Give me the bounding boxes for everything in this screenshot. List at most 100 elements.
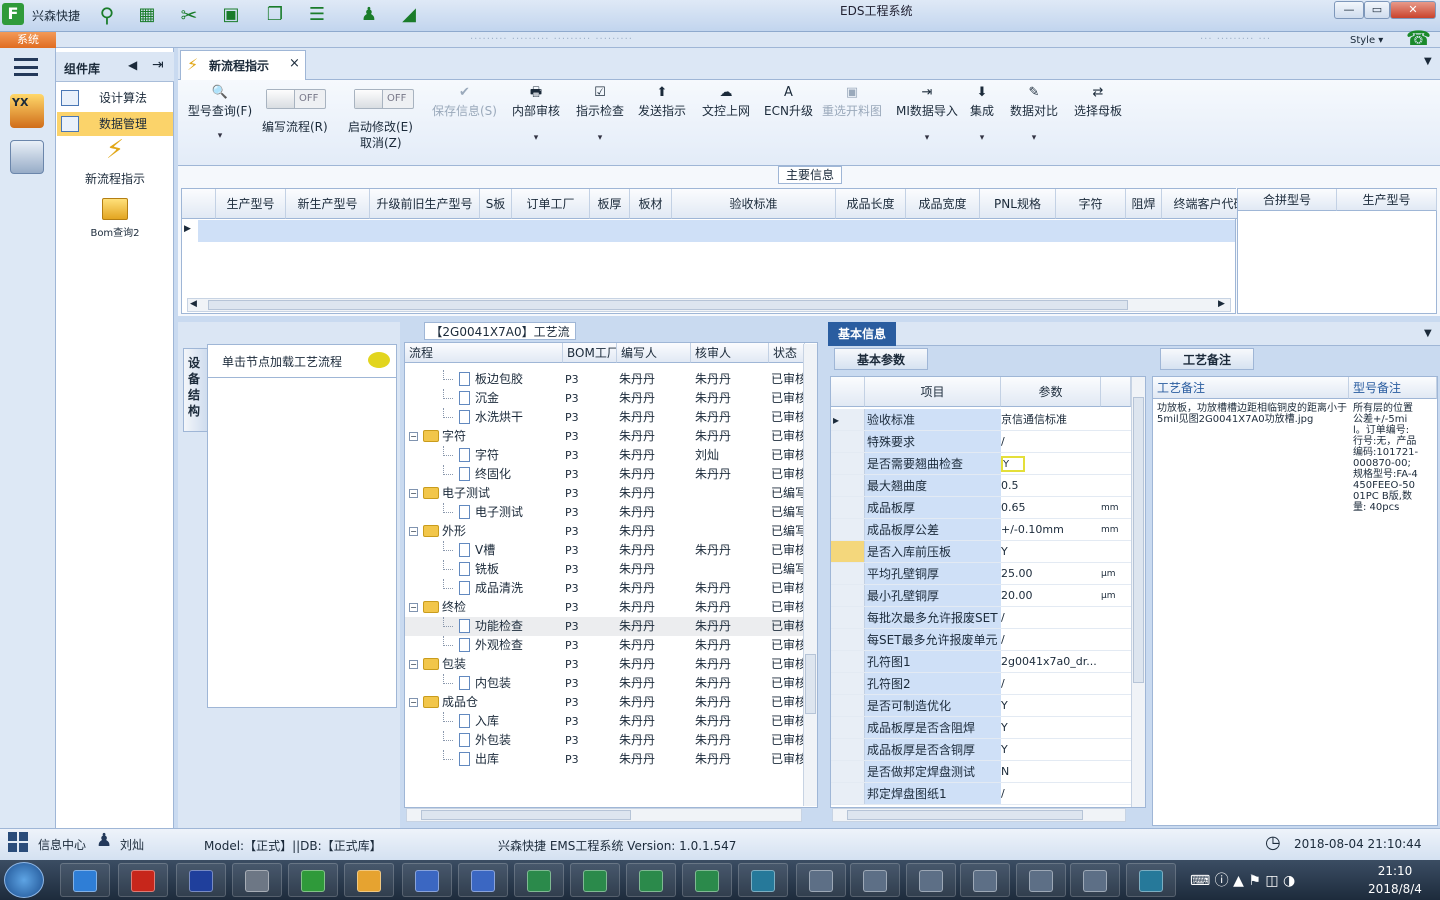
collapse-toggle-icon[interactable]: − <box>409 603 418 612</box>
grid-col-header[interactable]: 字符 <box>1056 189 1126 219</box>
excel-window-icon[interactable] <box>796 863 846 897</box>
process-row[interactable]: 板边包胶 P3 朱丹丹 朱丹丹 已审核 <box>405 370 805 389</box>
write-process-toggle[interactable]: OFF <box>266 89 326 109</box>
calendar-tool-icon[interactable] <box>10 140 44 174</box>
grid-col-header[interactable]: 生产型号 <box>216 189 286 219</box>
ribbon-dropdown-icon[interactable]: ▾ <box>970 133 994 143</box>
param-row[interactable]: 成品板厚公差 +/-0.10mm mm <box>831 519 1131 541</box>
param-row[interactable]: 是否做邦定焊盘测试 N <box>831 761 1131 783</box>
excel-window-icon[interactable] <box>960 863 1010 897</box>
process-row[interactable]: 入库 P3 朱丹丹 朱丹丹 已审核 <box>405 712 805 731</box>
user-icon[interactable]: ♟ <box>356 3 382 27</box>
param-value[interactable]: Y <box>1001 456 1025 472</box>
tab-process-notes[interactable]: 工艺备注 <box>1160 348 1254 370</box>
process-row[interactable]: − 包装 P3 朱丹丹 朱丹丹 已审核 <box>405 655 805 674</box>
param-value[interactable]: 25.00 <box>1001 563 1101 585</box>
eye-app-icon[interactable] <box>1126 863 1176 897</box>
collapse-toggle-icon[interactable]: − <box>409 489 418 498</box>
model-query-button[interactable]: 🔍 型号查询(F) ▾ <box>184 84 256 141</box>
copy-icon[interactable]: ❐ <box>262 3 288 27</box>
process-col-header[interactable]: 编写人 <box>617 343 691 363</box>
scroll-thumb[interactable] <box>847 810 1083 820</box>
param-value[interactable]: Y <box>1001 717 1101 739</box>
param-row[interactable]: 是否入库前压板 Y <box>831 541 1131 563</box>
ribbon-button[interactable]: ☑ 指示检查 ▾ <box>576 84 624 143</box>
hamburger-menu-icon[interactable] <box>14 58 38 76</box>
grid-col-header[interactable]: 板厚 <box>590 189 630 219</box>
grid-col-header[interactable]: 新生产型号 <box>286 189 370 219</box>
param-row[interactable]: 成品板厚是否含阻焊 Y <box>831 717 1131 739</box>
grid-col-header[interactable]: PNL规格 <box>980 189 1056 219</box>
param-value[interactable]: / <box>1001 783 1101 805</box>
param-row[interactable]: 是否可制造优化 Y <box>831 695 1131 717</box>
param-row[interactable]: 每SET最多允许报废单元 / <box>831 629 1131 651</box>
grid-col-header[interactable]: S板 <box>480 189 512 219</box>
phone-icon[interactable]: ☎ <box>1406 26 1431 50</box>
start-button-icon[interactable] <box>4 862 44 898</box>
start-edit-toggle[interactable]: OFF <box>354 89 414 109</box>
component-item[interactable]: 数据管理 <box>57 112 173 136</box>
process-row[interactable]: 成品清洗 P3 朱丹丹 朱丹丹 已审核 <box>405 579 805 598</box>
selected-table-row[interactable] <box>198 220 1235 242</box>
tab-close-icon[interactable]: × <box>289 56 300 71</box>
param-row[interactable]: 邦定焊盘图纸1/ <box>831 783 1131 805</box>
tab-basic-info[interactable]: 基本信息 <box>828 322 896 346</box>
param-value[interactable]: 京信通信标准 <box>1001 409 1101 431</box>
cancel-edit-label[interactable]: 取消(Z) <box>360 134 402 151</box>
excel-window-icon[interactable] <box>1070 863 1120 897</box>
process-row[interactable]: 终固化 P3 朱丹丹 朱丹丹 已审核 <box>405 465 805 484</box>
process-col-header[interactable]: 核审人 <box>691 343 769 363</box>
ribbon-button[interactable]: ⬇ 集成 ▾ <box>970 84 994 143</box>
process-tree-vscrollbar[interactable] <box>803 344 817 806</box>
ribbon-button[interactable]: ⇥ MI数据导入 ▾ <box>896 84 958 143</box>
process-tree-hscrollbar[interactable] <box>406 808 802 822</box>
process-row[interactable]: 电子测试 P3 朱丹丹 已编写 <box>405 503 805 522</box>
scanner-icon[interactable] <box>232 863 282 897</box>
collapse-left-icon[interactable]: ◀ <box>128 58 137 72</box>
model-query-dropdown-icon[interactable]: ▾ <box>184 131 256 141</box>
shell-app-icon[interactable] <box>344 863 394 897</box>
grid-col-header[interactable]: 成品长度 <box>836 189 906 219</box>
param-value[interactable]: 2g0041x7a0_dr... <box>1001 651 1101 673</box>
param-row[interactable]: 是否需要翘曲检查 Y <box>831 453 1131 475</box>
grid-col-header[interactable]: 成品宽度 <box>906 189 980 219</box>
grid-col-header[interactable]: 板材 <box>630 189 672 219</box>
ribbon-button[interactable]: A ECN升级 <box>764 84 813 133</box>
style-menu[interactable]: Style ▾ <box>1350 35 1383 46</box>
ribbon-dropdown-icon[interactable]: ▾ <box>512 133 560 143</box>
word-doc-icon[interactable] <box>458 863 508 897</box>
ribbon-button[interactable]: ✎ 数据对比 ▾ <box>1010 84 1058 143</box>
param-row[interactable]: 孔符图2/ <box>831 673 1131 695</box>
process-row[interactable]: − 电子测试 P3 朱丹丹 已编写 <box>405 484 805 503</box>
process-row[interactable]: 外观检查 P3 朱丹丹 朱丹丹 已审核 <box>405 636 805 655</box>
model-note-text[interactable]: 所有层的位置公差+/-5mil。订单编号:行号:无，产品编码:101721-00… <box>1353 403 1419 513</box>
process-row[interactable]: 出库 P3 朱丹丹 朱丹丹 已审核 <box>405 750 805 769</box>
param-row[interactable]: 成品板厚 0.65 mm <box>831 497 1131 519</box>
excel-window-icon[interactable] <box>906 863 956 897</box>
param-value[interactable]: Y <box>1001 739 1101 761</box>
param-value[interactable]: 0.65 <box>1001 497 1101 519</box>
param-row[interactable]: 最小孔壁铜厚 20.00 μm <box>831 585 1131 607</box>
param-row[interactable]: 平均孔壁铜厚 25.00 μm <box>831 563 1131 585</box>
excel-doc-icon[interactable] <box>514 863 564 897</box>
grid-col-header[interactable]: 生产型号 <box>1337 189 1437 211</box>
scroll-thumb[interactable] <box>805 654 816 714</box>
param-value[interactable]: +/-0.10mm <box>1001 519 1101 541</box>
process-row[interactable]: 铣板 P3 朱丹丹 已编写 <box>405 560 805 579</box>
ribbon-dropdown-icon[interactable]: ▾ <box>576 133 624 143</box>
grid-col-header[interactable]: 验收标准 <box>672 189 836 219</box>
process-row[interactable]: 功能检查 P3 朱丹丹 朱丹丹 已审核 <box>405 617 805 636</box>
process-col-header[interactable]: 流程 <box>405 343 563 363</box>
param-value[interactable]: Y <box>1001 541 1101 563</box>
main-grid-hscrollbar[interactable]: ◀ ▶ <box>187 298 1231 312</box>
param-value[interactable]: N <box>1001 761 1101 783</box>
grid-col-header[interactable]: 合拼型号 <box>1238 189 1337 211</box>
process-note-text[interactable]: 功放板，功放槽槽边距相临铜皮的距离小于5mil见图2G0041X7A0功放槽.j… <box>1157 403 1347 425</box>
ribbon-button[interactable]: ⇄ 选择母板 <box>1074 84 1122 133</box>
ribbon-dropdown-icon[interactable]: ▾ <box>1010 133 1058 143</box>
grid-col-header[interactable]: 升级前旧生产型号 <box>370 189 480 219</box>
params-vscrollbar[interactable] <box>1131 377 1145 807</box>
close-button[interactable]: ✕ <box>1390 1 1436 19</box>
ribbon-dropdown-icon[interactable]: ▾ <box>896 133 958 143</box>
process-col-header[interactable]: BOM工厂 <box>563 343 617 363</box>
